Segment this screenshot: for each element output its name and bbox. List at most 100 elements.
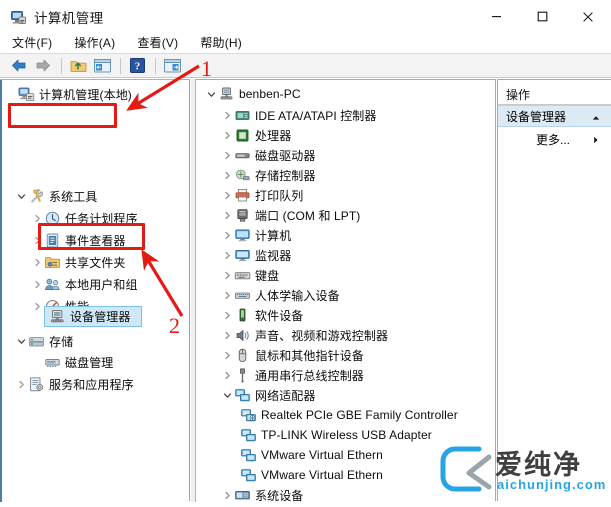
- device-node-storage-controllers[interactable]: 存储控制器: [220, 165, 316, 185]
- device-node-mice[interactable]: 鼠标和其他指针设备: [220, 345, 364, 365]
- actions-more-item[interactable]: 更多...: [498, 128, 611, 150]
- actions-group-device-manager[interactable]: 设备管理器: [498, 105, 611, 127]
- chevron-right-icon[interactable]: [220, 125, 234, 145]
- tree-item-local-users[interactable]: 本地用户和组: [30, 274, 138, 294]
- device-node-label: 监视器: [255, 248, 292, 263]
- up-folder-icon[interactable]: [67, 55, 89, 76]
- network-adapter-icon: [240, 407, 257, 424]
- tree-item-label: 共享文件夹: [65, 255, 126, 270]
- panes-container: 计算机管理(本地) 系统工具 任务计划程序 事件查看器 共享文件夹 本地用户和组…: [0, 79, 611, 503]
- menu-action[interactable]: 操作(A): [74, 34, 115, 51]
- chevron-right-icon[interactable]: [220, 305, 234, 325]
- watermark-subtext: aichunjing.com: [497, 477, 607, 492]
- network-adapter-icon: [240, 467, 257, 484]
- chevron-right-icon[interactable]: [220, 365, 234, 385]
- chevron-right-icon[interactable]: [30, 296, 44, 316]
- back-arrow-icon[interactable]: [8, 55, 30, 76]
- chevron-right-icon[interactable]: [591, 134, 601, 148]
- chevron-right-icon[interactable]: [30, 230, 44, 250]
- window-controls: [473, 0, 611, 33]
- device-node-network-adapters[interactable]: 网络适配器: [220, 385, 316, 405]
- tree-item-device-manager[interactable]: 设备管理器: [44, 306, 142, 327]
- device-node-ports[interactable]: 端口 (COM 和 LPT): [220, 205, 360, 225]
- close-button[interactable]: [565, 0, 611, 33]
- device-node-processor[interactable]: 处理器: [220, 125, 291, 145]
- menu-file[interactable]: 文件(F): [12, 34, 52, 51]
- forward-arrow-icon[interactable]: [32, 55, 54, 76]
- tree-item-system-tools[interactable]: 系统工具: [14, 186, 97, 206]
- tree-item-storage[interactable]: 存储: [14, 331, 73, 351]
- tree-item-root[interactable]: 计算机管理(本地): [4, 84, 132, 104]
- chevron-up-icon[interactable]: [591, 112, 601, 126]
- device-tree-root[interactable]: benben-PC: [204, 84, 301, 104]
- device-node-computer[interactable]: 计算机: [220, 225, 291, 245]
- menu-view[interactable]: 查看(V): [137, 34, 178, 51]
- device-node-vmware-nic-1[interactable]: VMware Virtual Ethern: [240, 445, 383, 465]
- show-hide-action-pane-icon[interactable]: [161, 55, 183, 76]
- device-node-disk-drives[interactable]: 磁盘驱动器: [220, 145, 316, 165]
- monitor-icon: [234, 247, 251, 264]
- chevron-down-icon[interactable]: [14, 186, 28, 206]
- menu-help[interactable]: 帮助(H): [200, 34, 242, 51]
- chevron-right-icon[interactable]: [220, 325, 234, 345]
- device-node-label: 键盘: [255, 268, 280, 283]
- services-apps-icon: [28, 376, 45, 393]
- device-node-label: 网络适配器: [255, 388, 316, 403]
- tree-item-label: 磁盘管理: [65, 355, 114, 370]
- chevron-right-icon[interactable]: [30, 208, 44, 228]
- keyboard-icon: [234, 267, 251, 284]
- device-node-ide-controller[interactable]: IDE ATA/ATAPI 控制器: [220, 105, 377, 125]
- chevron-right-icon[interactable]: [220, 345, 234, 365]
- maximize-button[interactable]: [519, 0, 565, 33]
- toolbar-separator-2: [120, 57, 121, 74]
- chevron-right-icon[interactable]: [30, 252, 44, 272]
- chevron-right-icon[interactable]: [220, 485, 234, 505]
- chevron-right-icon[interactable]: [220, 225, 234, 245]
- watermark: 爱纯净 aichunjing.com: [439, 441, 607, 499]
- chevron-right-icon[interactable]: [220, 205, 234, 225]
- device-node-label: TP-LINK Wireless USB Adapter: [261, 428, 432, 442]
- tree-item-shared-folders[interactable]: 共享文件夹: [30, 252, 126, 272]
- chevron-down-icon[interactable]: [204, 84, 218, 104]
- device-node-monitors[interactable]: 监视器: [220, 245, 291, 265]
- chevron-right-icon[interactable]: [220, 265, 234, 285]
- device-node-label: VMware Virtual Ethern: [261, 468, 383, 482]
- chevron-right-icon[interactable]: [220, 165, 234, 185]
- device-node-keyboards[interactable]: 键盘: [220, 265, 279, 285]
- device-manager-pane[interactable]: benben-PC IDE ATA/ATAPI 控制器 处理器 磁盘驱动器 存储…: [191, 79, 496, 503]
- minimize-button[interactable]: [473, 0, 519, 33]
- title-bar: 计算机管理: [0, 0, 611, 33]
- chevron-right-icon[interactable]: [14, 374, 28, 394]
- tree-item-task-scheduler[interactable]: 任务计划程序: [30, 208, 138, 228]
- device-node-vmware-nic-2[interactable]: VMware Virtual Ethern: [240, 465, 383, 485]
- device-node-sound-video-game[interactable]: 声音、视频和游戏控制器: [220, 325, 388, 345]
- chevron-right-icon[interactable]: [220, 105, 234, 125]
- chevron-right-icon[interactable]: [220, 145, 234, 165]
- chevron-right-icon[interactable]: [220, 185, 234, 205]
- device-node-system-devices[interactable]: 系统设备: [220, 485, 303, 505]
- tree-item-disk-management[interactable]: 磁盘管理: [44, 352, 113, 372]
- chevron-right-icon[interactable]: [220, 285, 234, 305]
- computer-management-window: 计算机管理 文件(F) 操作(A) 查看(V) 帮助(H) ? 计算机管理(本地…: [0, 0, 611, 503]
- console-tree-pane[interactable]: 计算机管理(本地) 系统工具 任务计划程序 事件查看器 共享文件夹 本地用户和组…: [0, 79, 190, 502]
- toolbar: ?: [0, 53, 611, 78]
- device-node-label: 磁盘驱动器: [255, 148, 316, 163]
- device-node-hid[interactable]: 人体学输入设备: [220, 285, 340, 305]
- chevron-right-icon[interactable]: [220, 245, 234, 265]
- tree-item-services-and-apps[interactable]: 服务和应用程序: [14, 374, 134, 394]
- device-node-label: 声音、视频和游戏控制器: [255, 328, 389, 343]
- chevron-down-icon[interactable]: [14, 331, 28, 351]
- device-node-realtek-nic[interactable]: Realtek PCIe GBE Family Controller: [240, 405, 458, 425]
- device-node-tplink-nic[interactable]: TP-LINK Wireless USB Adapter: [240, 425, 432, 445]
- device-node-print-queues[interactable]: 打印队列: [220, 185, 303, 205]
- tree-item-label: 设备管理器: [70, 310, 131, 324]
- device-node-software-devices[interactable]: 软件设备: [220, 305, 303, 325]
- device-node-usb-controllers[interactable]: 通用串行总线控制器: [220, 365, 364, 385]
- tree-item-event-viewer[interactable]: 事件查看器: [30, 230, 126, 250]
- menu-bar: 文件(F) 操作(A) 查看(V) 帮助(H): [0, 33, 611, 52]
- show-hide-console-tree-icon[interactable]: [91, 55, 113, 76]
- chevron-down-icon[interactable]: [220, 385, 234, 405]
- chevron-right-icon[interactable]: [30, 274, 44, 294]
- device-node-label: Realtek PCIe GBE Family Controller: [261, 408, 458, 422]
- help-icon[interactable]: ?: [126, 55, 148, 76]
